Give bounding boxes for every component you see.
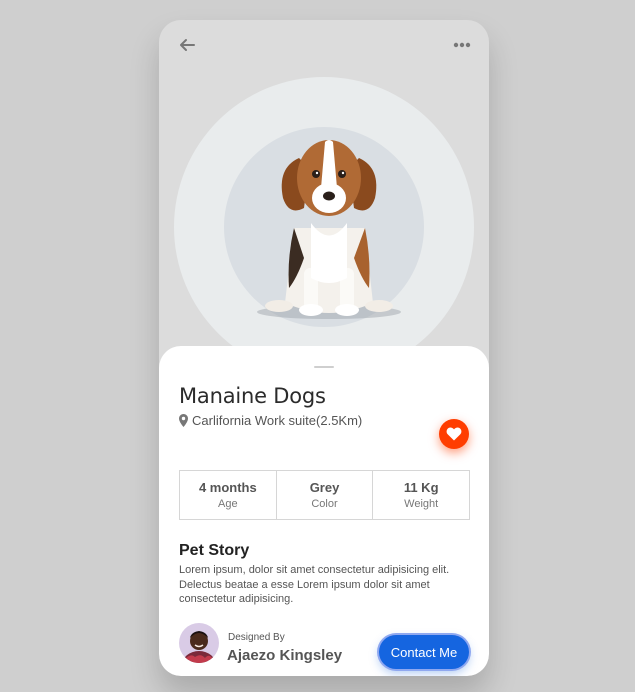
heart-icon xyxy=(446,427,462,441)
pet-name: Manaine Dogs xyxy=(179,384,326,408)
favorite-button[interactable] xyxy=(439,419,469,449)
stat-label: Weight xyxy=(404,498,439,510)
stat-value: 11 Kg xyxy=(403,480,439,495)
designed-by-caption: Designed By xyxy=(228,632,285,643)
pet-story-heading: Pet Story xyxy=(179,542,250,559)
pet-story-text: Lorem ipsum, dolor sit amet consectetur … xyxy=(179,564,450,605)
pet-info-card: Manaine Dogs Carlifornia Work suite(2.5K… xyxy=(159,346,489,676)
person-avatar-icon xyxy=(179,623,219,663)
designer-avatar xyxy=(179,623,219,663)
stat-weight: 11 Kg Weight xyxy=(373,471,469,519)
pet-stats: 4 months Age Grey Color 11 Kg Weight xyxy=(179,470,470,520)
pet-location: Carlifornia Work suite(2.5Km) xyxy=(179,413,362,428)
stat-label: Color xyxy=(311,498,338,510)
pet-detail-screen: Manaine Dogs Carlifornia Work suite(2.5K… xyxy=(159,20,489,676)
back-arrow-icon[interactable] xyxy=(179,38,195,52)
contact-me-button[interactable]: Contact Me xyxy=(379,635,469,669)
dog-image xyxy=(257,140,401,319)
drag-handle[interactable] xyxy=(314,366,334,368)
designer-name: Ajaezo Kingsley xyxy=(227,647,343,664)
stat-label: Age xyxy=(218,498,238,510)
location-text: Carlifornia Work suite(2.5Km) xyxy=(192,413,363,428)
more-options-icon[interactable] xyxy=(453,40,471,50)
stat-age: 4 months Age xyxy=(180,471,277,519)
stat-value: Grey xyxy=(309,480,340,495)
map-pin-icon xyxy=(179,414,188,427)
stat-color: Grey Color xyxy=(277,471,374,519)
stat-value: 4 months xyxy=(198,480,257,495)
